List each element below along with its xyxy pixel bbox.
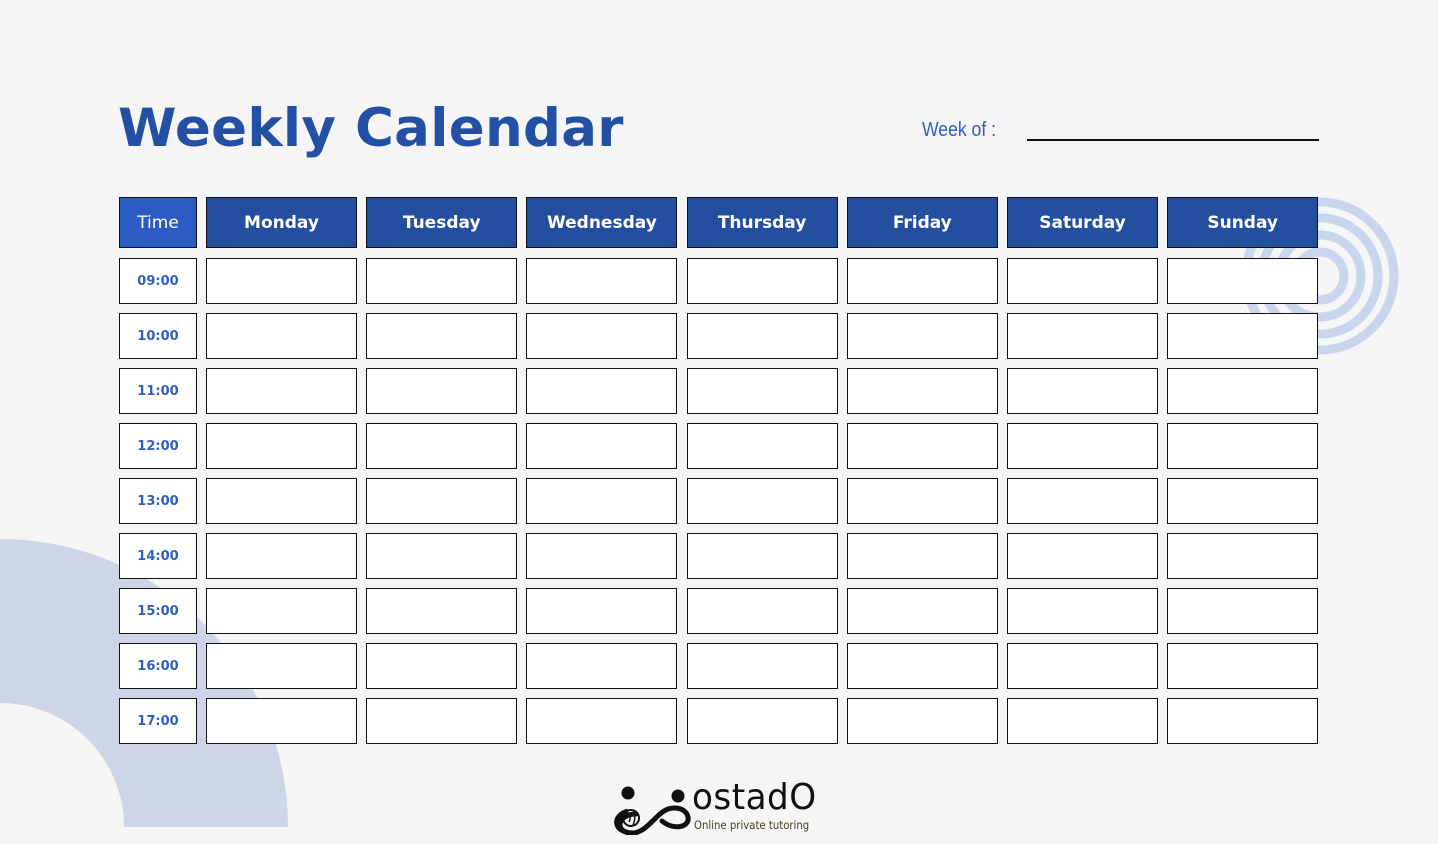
schedule-cell-wednesday-1100[interactable] xyxy=(526,368,678,414)
time-slot-label: 15:00 xyxy=(137,603,179,619)
schedule-cell-sunday-1500[interactable] xyxy=(1167,588,1319,634)
schedule-cell-thursday-1400[interactable] xyxy=(686,533,838,579)
schedule-cell-tuesday-1100[interactable] xyxy=(366,368,518,414)
schedule-cell-thursday-1100[interactable] xyxy=(686,368,838,414)
schedule-cell-wednesday-1700[interactable] xyxy=(526,698,678,744)
schedule-cell-wednesday-1600[interactable] xyxy=(526,643,678,689)
schedule-cell-monday-1300[interactable] xyxy=(206,478,357,524)
time-slot-label: 09:00 xyxy=(137,273,179,289)
schedule-cell-monday-1000[interactable] xyxy=(206,313,357,359)
week-of-field[interactable] xyxy=(1027,139,1319,141)
day-header-friday: Friday xyxy=(846,197,998,248)
logo-wordmark: ostadO xyxy=(692,777,817,818)
schedule-cell-saturday-1600[interactable] xyxy=(1007,643,1158,689)
page-title: Weekly Calendar xyxy=(118,98,624,159)
schedule-cell-thursday-0900[interactable] xyxy=(686,258,838,304)
time-slot-label-cell: 13:00 xyxy=(119,478,197,524)
time-slot-label: 11:00 xyxy=(137,383,179,399)
time-slot-label: 13:00 xyxy=(137,493,179,509)
schedule-cell-sunday-0900[interactable] xyxy=(1167,258,1319,304)
schedule-cell-friday-1600[interactable] xyxy=(846,643,998,689)
schedule-cell-monday-0900[interactable] xyxy=(206,258,357,304)
schedule-cell-friday-1200[interactable] xyxy=(846,423,998,469)
schedule-cell-friday-0900[interactable] xyxy=(846,258,998,304)
day-header-wednesday: Wednesday xyxy=(526,197,678,248)
schedule-cell-saturday-0900[interactable] xyxy=(1007,258,1158,304)
schedule-cell-saturday-1700[interactable] xyxy=(1007,698,1158,744)
schedule-cell-saturday-1400[interactable] xyxy=(1007,533,1158,579)
schedule-cell-monday-1200[interactable] xyxy=(206,423,357,469)
schedule-cell-friday-1500[interactable] xyxy=(846,588,998,634)
time-slot-label-cell: 10:00 xyxy=(119,313,197,359)
schedule-cell-wednesday-1500[interactable] xyxy=(526,588,678,634)
day-header-monday: Monday xyxy=(206,197,357,248)
schedule-cell-sunday-1700[interactable] xyxy=(1167,698,1319,744)
time-slot-label: 14:00 xyxy=(137,548,179,564)
schedule-cell-tuesday-1000[interactable] xyxy=(366,313,518,359)
schedule-cell-wednesday-1400[interactable] xyxy=(526,533,678,579)
schedule-cell-sunday-1000[interactable] xyxy=(1167,313,1319,359)
schedule-cell-saturday-1000[interactable] xyxy=(1007,313,1158,359)
schedule-cell-friday-1400[interactable] xyxy=(846,533,998,579)
schedule-cell-tuesday-1700[interactable] xyxy=(366,698,518,744)
schedule-cell-friday-1100[interactable] xyxy=(846,368,998,414)
day-header-saturday: Saturday xyxy=(1007,197,1158,248)
time-slot-label: 12:00 xyxy=(137,438,179,454)
time-slot-label: 17:00 xyxy=(137,713,179,729)
schedule-cell-friday-1000[interactable] xyxy=(846,313,998,359)
schedule-cell-saturday-1200[interactable] xyxy=(1007,423,1158,469)
time-slot-label-cell: 11:00 xyxy=(119,368,197,414)
schedule-cell-wednesday-0900[interactable] xyxy=(526,258,678,304)
schedule-cell-thursday-1500[interactable] xyxy=(686,588,838,634)
week-of-label: Week of : xyxy=(922,119,997,141)
schedule-cell-monday-1100[interactable] xyxy=(206,368,357,414)
schedule-cell-monday-1700[interactable] xyxy=(206,698,357,744)
logo: ostadO Online private tutoring xyxy=(608,777,820,835)
schedule-cell-tuesday-1400[interactable] xyxy=(366,533,518,579)
schedule-cell-friday-1700[interactable] xyxy=(846,698,998,744)
schedule-cell-wednesday-1300[interactable] xyxy=(526,478,678,524)
time-slot-label-cell: 09:00 xyxy=(119,258,197,304)
schedule-cell-tuesday-1600[interactable] xyxy=(366,643,518,689)
day-header-sunday: Sunday xyxy=(1167,197,1319,248)
schedule-cell-wednesday-1000[interactable] xyxy=(526,313,678,359)
schedule-cell-sunday-1300[interactable] xyxy=(1167,478,1319,524)
schedule-cell-monday-1600[interactable] xyxy=(206,643,357,689)
schedule-cell-thursday-1300[interactable] xyxy=(686,478,838,524)
time-slot-label-cell: 17:00 xyxy=(119,698,197,744)
schedule-cell-tuesday-1300[interactable] xyxy=(366,478,518,524)
schedule-cell-friday-1300[interactable] xyxy=(846,478,998,524)
time-slot-label: 10:00 xyxy=(137,328,179,344)
infinity-people-globe-icon xyxy=(614,786,691,835)
schedule-cell-saturday-1100[interactable] xyxy=(1007,368,1158,414)
time-slot-label-cell: 12:00 xyxy=(119,423,197,469)
schedule-cell-thursday-1200[interactable] xyxy=(686,423,838,469)
schedule-cell-sunday-1400[interactable] xyxy=(1167,533,1319,579)
schedule-cell-saturday-1500[interactable] xyxy=(1007,588,1158,634)
schedule-cell-monday-1400[interactable] xyxy=(206,533,357,579)
schedule-cell-thursday-1000[interactable] xyxy=(686,313,838,359)
time-slot-label-cell: 15:00 xyxy=(119,588,197,634)
time-column-header: Time xyxy=(119,197,197,248)
schedule-cell-sunday-1200[interactable] xyxy=(1167,423,1319,469)
time-slot-label: 16:00 xyxy=(137,658,179,674)
schedule-cell-sunday-1100[interactable] xyxy=(1167,368,1319,414)
schedule-cell-tuesday-0900[interactable] xyxy=(366,258,518,304)
schedule-cell-wednesday-1200[interactable] xyxy=(526,423,678,469)
schedule-cell-saturday-1300[interactable] xyxy=(1007,478,1158,524)
time-slot-label-cell: 16:00 xyxy=(119,643,197,689)
schedule-cell-thursday-1700[interactable] xyxy=(686,698,838,744)
schedule-cell-tuesday-1200[interactable] xyxy=(366,423,518,469)
day-header-thursday: Thursday xyxy=(686,197,838,248)
schedule-cell-tuesday-1500[interactable] xyxy=(366,588,518,634)
day-header-tuesday: Tuesday xyxy=(366,197,518,248)
schedule-cell-sunday-1600[interactable] xyxy=(1167,643,1319,689)
schedule-cell-thursday-1600[interactable] xyxy=(686,643,838,689)
schedule-cell-monday-1500[interactable] xyxy=(206,588,357,634)
logo-tagline: Online private tutoring xyxy=(694,818,810,832)
time-slot-label-cell: 14:00 xyxy=(119,533,197,579)
